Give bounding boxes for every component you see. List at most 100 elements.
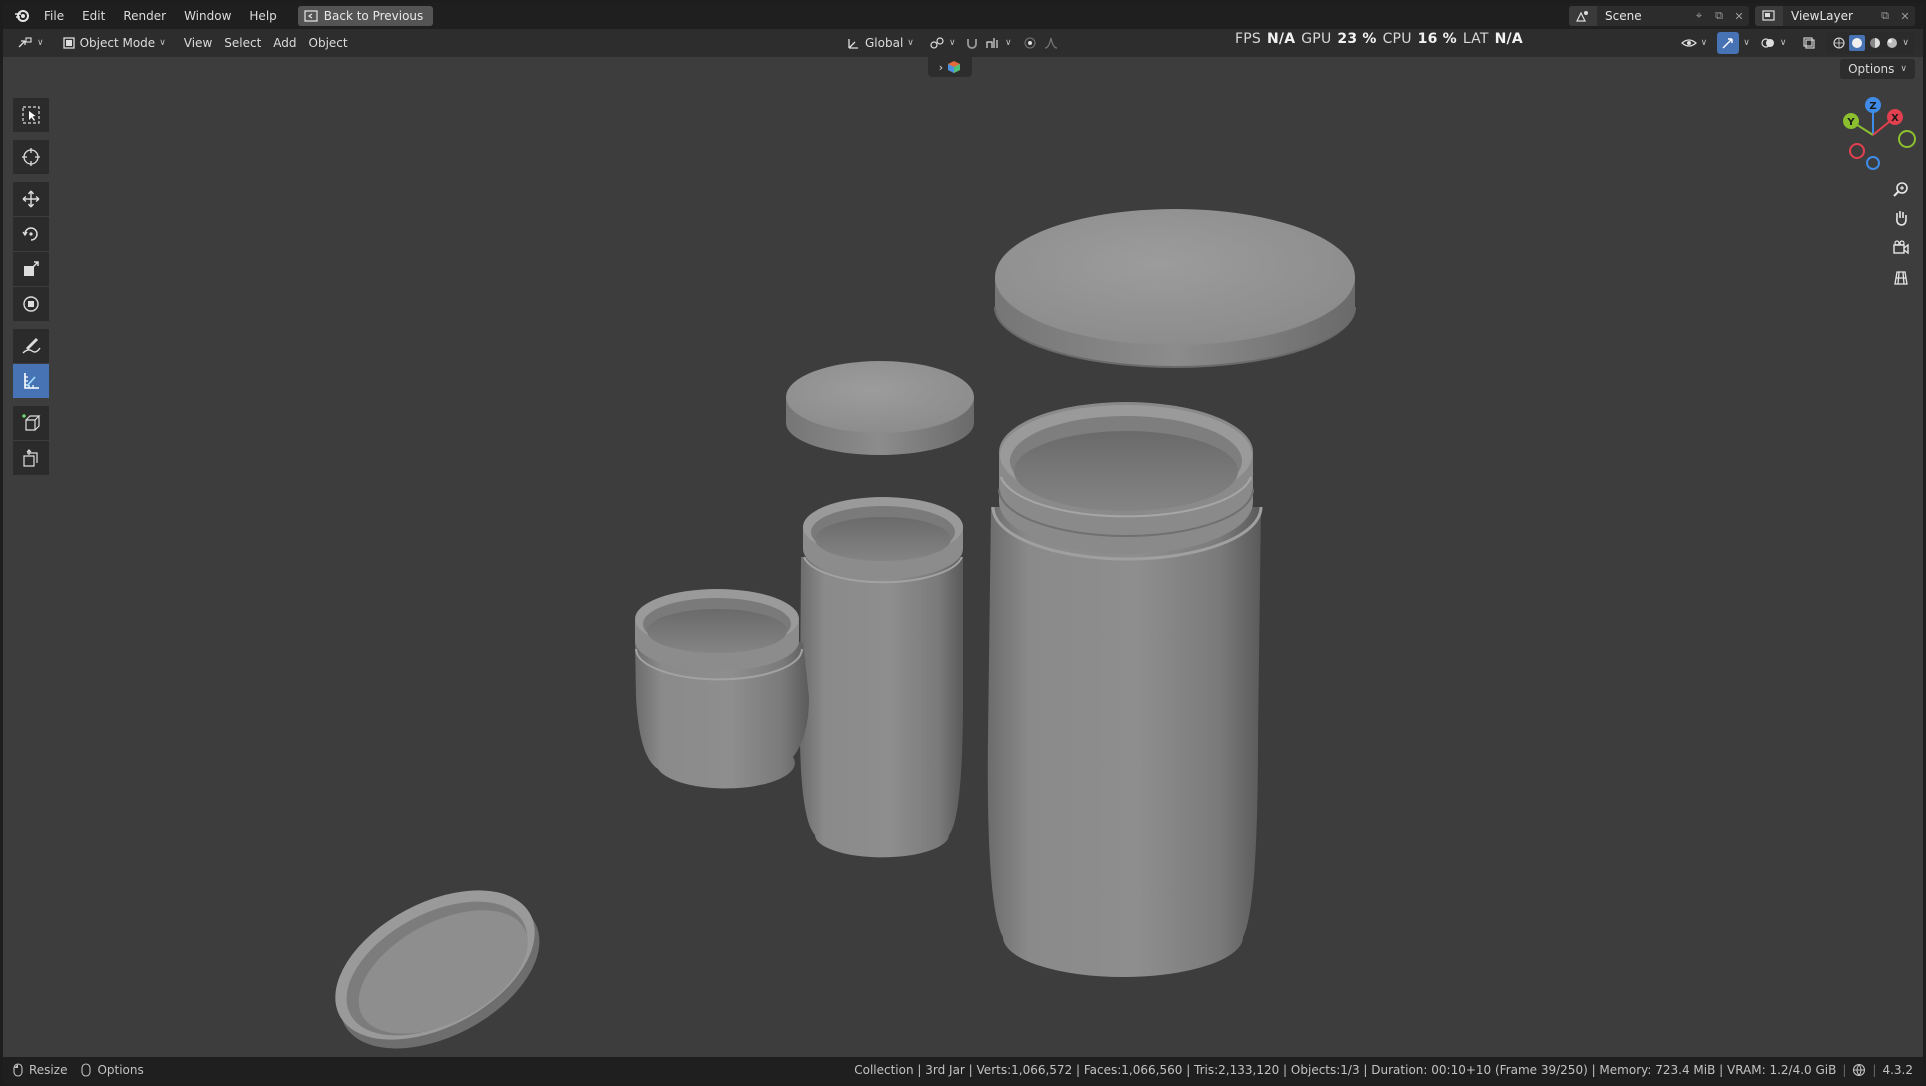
cursor-icon[interactable]	[13, 140, 49, 174]
camera-view-icon[interactable]	[1887, 234, 1915, 262]
header-menu-add[interactable]: Add	[267, 32, 302, 54]
transform-orientation-icon	[848, 39, 858, 49]
pivot-selector[interactable]: ∨	[923, 32, 962, 54]
small-jar[interactable]	[635, 589, 809, 789]
chevron-down-icon: ∨	[1902, 38, 1909, 48]
fps-label: FPS	[1235, 31, 1261, 47]
axis-neg-y-icon[interactable]	[1898, 130, 1916, 148]
view-layer-icon[interactable]	[1755, 6, 1783, 26]
view-layer-name[interactable]: ViewLayer	[1783, 9, 1875, 23]
pan-hand-icon[interactable]	[1887, 204, 1915, 232]
header-menu-view[interactable]: View	[178, 32, 218, 54]
rotate-icon[interactable]	[13, 217, 49, 251]
medium-jar[interactable]	[799, 497, 963, 858]
menu-file[interactable]: File	[35, 3, 73, 29]
scene-render	[311, 209, 1356, 1057]
editor-type-button[interactable]: ∨	[11, 32, 50, 54]
scene-icon[interactable]	[1569, 6, 1597, 26]
snap-increment-icon	[986, 38, 998, 48]
header-menu-select[interactable]: Select	[218, 32, 267, 54]
axis-neg-z-icon[interactable]	[1866, 156, 1880, 170]
mode-label: Object Mode	[79, 36, 156, 50]
mode-selector[interactable]: Object Mode ∨	[56, 32, 172, 54]
viewport-options-button[interactable]: Options ∨	[1840, 59, 1915, 79]
performance-stats: FPS N/A GPU 23 % CPU 16 % LAT N/A	[1235, 31, 1523, 49]
scene-statistics: Collection | 3rd Jar | Verts:1,066,572 |…	[854, 1063, 1837, 1077]
cpu-label: CPU	[1382, 31, 1412, 47]
eye-icon	[1680, 39, 1697, 47]
lat-label: LAT	[1462, 31, 1489, 47]
rendered-shading-icon[interactable]	[1885, 36, 1899, 50]
overlays-toggle[interactable]: ∨	[1754, 32, 1793, 54]
shading-mode-group: ∨	[1826, 32, 1915, 54]
new-scene-icon[interactable]: ⧉	[1709, 6, 1729, 26]
new-layer-icon[interactable]: ⧉	[1875, 6, 1895, 26]
expand-arrow-icon: ›	[938, 60, 944, 74]
cpu-value: 16 %	[1417, 31, 1457, 47]
menu-help[interactable]: Help	[240, 3, 285, 29]
orientation-selector[interactable]: Global ∨	[841, 32, 920, 54]
chevron-down-icon: ∨	[1700, 38, 1708, 48]
solid-shading-icon[interactable]	[1849, 35, 1866, 51]
measure-icon[interactable]	[13, 364, 49, 398]
header-menu-object[interactable]: Object	[303, 32, 354, 54]
axis-neg-x-icon[interactable]	[1849, 143, 1865, 159]
transform-icon[interactable]	[13, 287, 49, 321]
blender-version: 4.3.2	[1882, 1063, 1913, 1077]
chevron-down-icon: ∨	[1900, 64, 1907, 74]
wireframe-shading-icon[interactable]	[1832, 36, 1846, 50]
chevron-down-icon: ∨	[37, 38, 44, 48]
back-to-previous-button[interactable]: Back to Previous	[297, 6, 434, 26]
zoom-icon[interactable]	[1887, 175, 1915, 203]
axis-z-label: Z	[1869, 101, 1876, 112]
chevron-down-icon[interactable]: ∨	[1743, 38, 1750, 48]
separator: |	[1872, 1063, 1877, 1077]
pivot-icon	[930, 37, 944, 49]
extrude-icon[interactable]	[13, 441, 49, 475]
object-visibility-button[interactable]: ∨	[1675, 32, 1714, 54]
delete-scene-icon[interactable]: ✕	[1729, 6, 1749, 26]
view-layer-selector[interactable]: ViewLayer ⧉ ✕	[1755, 6, 1915, 26]
navigation-gizmo[interactable]: Z Y X	[1833, 93, 1919, 179]
medium-lid[interactable]	[786, 361, 974, 455]
options-label: Options	[1848, 62, 1895, 76]
viewport-header: ∨ Object Mode ∨ View Select Add Object G…	[3, 29, 1923, 57]
editor-type-icon	[18, 37, 32, 48]
large-jar[interactable]	[987, 402, 1263, 977]
scene-name[interactable]: Scene	[1597, 9, 1689, 23]
delete-layer-icon[interactable]: ✕	[1895, 6, 1915, 26]
menu-window[interactable]: Window	[175, 3, 240, 29]
snap-target-selector[interactable]: ∨	[979, 32, 1018, 54]
flipped-lid[interactable]	[311, 860, 565, 1057]
mouse-left-icon	[13, 1063, 23, 1077]
gizmo-toggle[interactable]	[1717, 32, 1740, 54]
select-box-icon[interactable]	[13, 98, 49, 132]
blender-window: File Edit Render Window Help Back to Pre…	[3, 3, 1923, 1083]
proportional-edit-icon	[1024, 37, 1036, 49]
move-icon[interactable]	[13, 182, 49, 216]
hint-resize: Resize	[29, 1063, 68, 1077]
collection-chip[interactable]: ›	[928, 57, 972, 77]
material-shading-icon[interactable]	[1868, 36, 1882, 50]
scene-selector[interactable]: Scene ⌖ ⧉ ✕	[1569, 6, 1749, 26]
overlays-icon	[1761, 38, 1774, 48]
blender-logo-icon[interactable]	[9, 3, 35, 29]
viewport-shading-controls: ∨ ∨ ∨ ∨	[1675, 32, 1915, 54]
pin-icon[interactable]: ⌖	[1689, 6, 1709, 26]
xray-toggle[interactable]	[1796, 32, 1822, 54]
add-cube-icon[interactable]	[13, 406, 49, 440]
menu-edit[interactable]: Edit	[73, 3, 114, 29]
3d-viewport[interactable]: › Options ∨ Z Y X	[3, 57, 1923, 1057]
menu-render[interactable]: Render	[114, 3, 175, 29]
orientation-label: Global	[865, 36, 904, 50]
annotate-icon[interactable]	[13, 329, 49, 363]
axis-x-label: X	[1891, 113, 1899, 124]
chevron-down-icon: ∨	[1005, 38, 1012, 48]
falloff-selector[interactable]	[1037, 32, 1067, 54]
ortho-grid-icon[interactable]	[1887, 264, 1915, 292]
scale-icon[interactable]	[13, 252, 49, 286]
large-lid[interactable]	[994, 209, 1356, 368]
